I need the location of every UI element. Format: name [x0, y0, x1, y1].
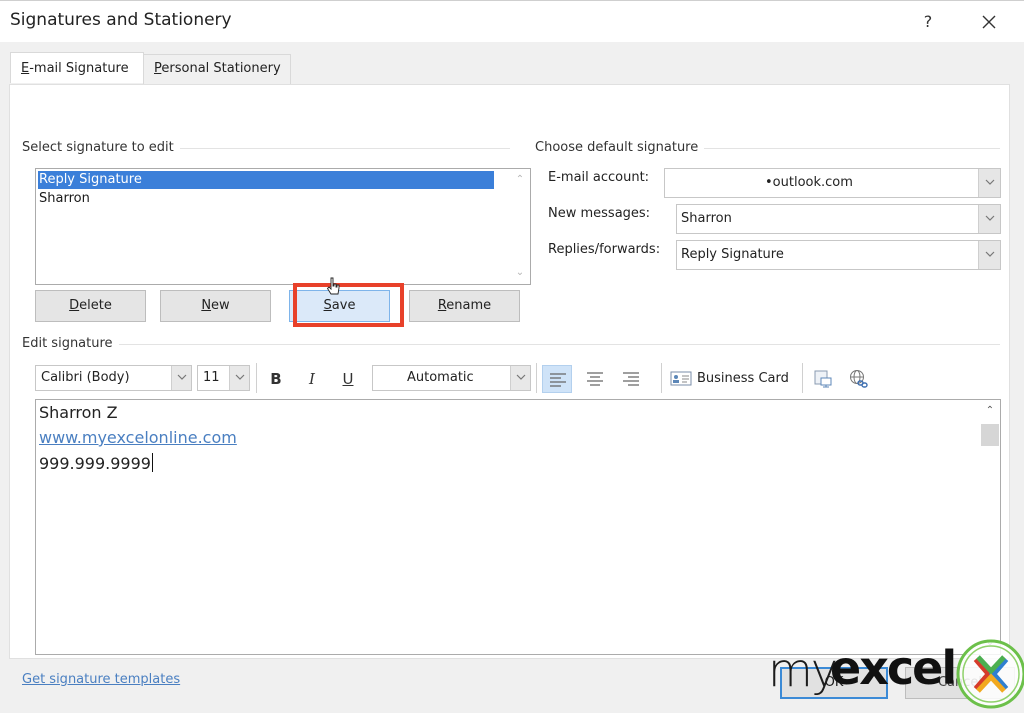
- scroll-down-icon[interactable]: ⌄: [980, 634, 1000, 652]
- help-button[interactable]: ?: [914, 9, 942, 35]
- tab-accelerator: E: [21, 61, 30, 76]
- accelerator: N: [201, 298, 212, 313]
- toolbar-separator: [661, 363, 662, 393]
- business-card-icon: [670, 371, 692, 386]
- rename-button[interactable]: Rename: [409, 290, 520, 322]
- chevron-down-icon[interactable]: [978, 205, 1000, 233]
- divider: [116, 344, 1000, 345]
- signature-phone-text: 999.999.9999: [39, 454, 151, 473]
- underline-button[interactable]: U: [335, 366, 361, 392]
- email-account-text: outlook.com: [772, 175, 853, 190]
- font-value: Calibri (Body): [41, 370, 130, 385]
- select-signature-label: Select signature to edit: [22, 140, 180, 155]
- signature-name-text[interactable]: Sharron Z: [39, 403, 118, 422]
- new-messages-value: Sharron: [681, 211, 732, 226]
- toolbar-separator: [536, 363, 537, 393]
- scroll-up-icon[interactable]: ⌃: [980, 402, 1000, 420]
- new-label: ew: [211, 298, 230, 313]
- business-card-label: Business Card: [697, 371, 789, 386]
- email-signature-panel: Select signature to edit Reply Signature…: [9, 84, 1010, 687]
- signature-list-item[interactable]: Reply Signature: [38, 171, 494, 189]
- toolbar-separator: [802, 363, 803, 393]
- accelerator: R: [437, 298, 447, 313]
- chevron-down-icon[interactable]: [510, 366, 530, 390]
- italic-button[interactable]: I: [299, 366, 325, 392]
- rename-label: ename: [446, 298, 492, 313]
- align-center-icon: [587, 372, 603, 386]
- chevron-down-icon[interactable]: [229, 366, 249, 390]
- tab-label: -mail Signature: [29, 61, 129, 76]
- signature-phone-line[interactable]: 999.999.9999: [39, 453, 153, 473]
- bold-button[interactable]: B: [263, 366, 289, 392]
- editor-scrollbar[interactable]: ⌃ ⌄: [980, 400, 1000, 654]
- replies-forwards-select[interactable]: Reply Signature: [676, 240, 1001, 270]
- window-title: Signatures and Stationery: [10, 10, 232, 30]
- new-button[interactable]: New: [160, 290, 271, 322]
- replies-forwards-value: Reply Signature: [681, 247, 784, 262]
- font-size-value: 11: [203, 370, 220, 385]
- get-signature-templates-link[interactable]: Get signature templates: [22, 672, 180, 687]
- tab-personal-stationery[interactable]: Personal Stationery: [143, 54, 291, 84]
- insert-picture-button[interactable]: [810, 366, 836, 392]
- tab-email-signature[interactable]: E-mail Signature: [10, 52, 144, 83]
- font-select[interactable]: Calibri (Body): [35, 365, 192, 391]
- signature-editor[interactable]: Sharron Z www.myexcelonline.com 999.999.…: [35, 399, 1001, 655]
- edit-signature-label: Edit signature: [22, 336, 119, 351]
- align-right-button[interactable]: [617, 366, 645, 392]
- ok-button[interactable]: OK: [780, 667, 888, 699]
- scroll-up-icon[interactable]: ⌃: [510, 171, 530, 189]
- font-color-select[interactable]: Automatic: [372, 365, 531, 391]
- title-bar: Signatures and Stationery ?: [0, 0, 1024, 42]
- picture-icon: [814, 370, 832, 388]
- choose-default-label: Choose default signature: [535, 140, 705, 155]
- save-label: ave: [331, 298, 356, 313]
- accelerator: D: [69, 298, 80, 313]
- close-button[interactable]: [974, 7, 1004, 37]
- align-center-button[interactable]: [581, 366, 609, 392]
- toolbar-separator: [256, 363, 257, 393]
- divider: [700, 148, 1000, 149]
- email-account-select[interactable]: •outlook.com: [664, 168, 1001, 198]
- align-left-button[interactable]: [542, 365, 572, 393]
- chevron-down-icon[interactable]: [978, 241, 1000, 269]
- scroll-down-icon[interactable]: ⌄: [510, 264, 530, 282]
- signature-list-item[interactable]: Sharron: [38, 190, 90, 208]
- align-left-icon: [550, 373, 566, 387]
- new-messages-select[interactable]: Sharron: [676, 204, 1001, 234]
- list-scrollbar[interactable]: ⌃ ⌄: [510, 169, 530, 284]
- dialog-body: E-mail Signature Personal Stationery Sel…: [0, 42, 1024, 713]
- font-color-value: Automatic: [407, 370, 474, 385]
- align-right-icon: [623, 372, 639, 386]
- text-caret: [151, 453, 153, 472]
- email-account-value: •outlook.com: [765, 175, 853, 190]
- insert-hyperlink-button[interactable]: [846, 366, 872, 392]
- signature-list[interactable]: Reply Signature Sharron ⌃ ⌄: [35, 168, 531, 285]
- chevron-down-icon[interactable]: [978, 169, 1000, 197]
- chevron-down-icon[interactable]: [171, 366, 191, 390]
- close-icon: [982, 15, 996, 29]
- scroll-thumb[interactable]: [981, 424, 999, 446]
- divider: [180, 148, 510, 149]
- delete-button[interactable]: Delete: [35, 290, 146, 322]
- replies-forwards-label: Replies/forwards:: [548, 242, 661, 257]
- signature-website-link[interactable]: www.myexcelonline.com: [39, 428, 237, 447]
- tab-label: ersonal Stationery: [161, 61, 281, 76]
- font-size-select[interactable]: 11: [197, 365, 250, 391]
- save-button[interactable]: Save: [289, 290, 390, 322]
- delete-label: elete: [79, 298, 112, 313]
- globe-link-icon: [850, 370, 868, 388]
- accelerator: S: [323, 298, 332, 313]
- email-account-label: E-mail account:: [548, 170, 650, 185]
- new-messages-label: New messages:: [548, 206, 651, 221]
- cancel-button[interactable]: Cancel: [905, 667, 1015, 699]
